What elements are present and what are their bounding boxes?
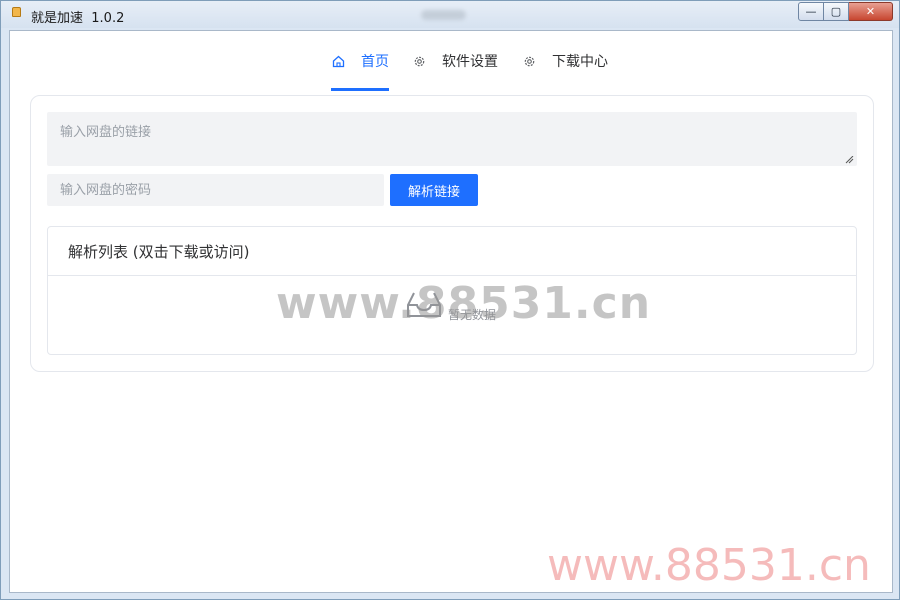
window-controls: — ▢ ✕ xyxy=(798,2,893,21)
tab-download-center[interactable]: 下载中心 xyxy=(522,31,608,91)
main-nav: 首页 软件设置 下载中心 xyxy=(10,31,892,91)
maximize-button[interactable]: ▢ xyxy=(824,2,849,21)
parse-link-button[interactable]: 解析链接 xyxy=(390,174,478,206)
parse-card: 解析链接 解析列表 (双击下载或访问) 暂无数据 xyxy=(30,95,874,372)
tab-settings[interactable]: 软件设置 xyxy=(412,31,498,91)
app-content: 首页 软件设置 下载中心 解析链接 解析列表 (双击下载或访问) xyxy=(9,30,893,593)
tab-download-label: 下载中心 xyxy=(552,54,608,70)
maximize-icon: ▢ xyxy=(830,5,842,18)
minimize-icon: — xyxy=(805,5,817,18)
gear-icon xyxy=(522,54,536,68)
password-input[interactable] xyxy=(47,174,384,206)
tab-home-label: 首页 xyxy=(361,54,389,70)
tab-settings-label: 软件设置 xyxy=(442,54,498,70)
blurred-title-area xyxy=(421,10,466,20)
inbox-icon xyxy=(407,292,441,317)
app-window: 就是加速 1.0.2 — ▢ ✕ 首页 软件设置 下载中心 输入网盘的链接 输入… xyxy=(0,0,900,600)
window-title: 就是加速 1.0.2 xyxy=(31,11,125,26)
gear-icon xyxy=(412,54,426,68)
empty-state: 暂无数据 xyxy=(48,276,856,354)
app-icon xyxy=(12,7,21,17)
close-button[interactable]: ✕ xyxy=(849,2,893,21)
tab-home[interactable]: 首页 xyxy=(331,31,389,91)
minimize-button[interactable]: — xyxy=(798,2,824,21)
title-bar[interactable]: 就是加速 1.0.2 — ▢ ✕ xyxy=(1,1,899,28)
empty-text: 暂无数据 xyxy=(448,308,497,322)
resize-grip-icon[interactable] xyxy=(845,156,854,164)
parse-list-title: 解析列表 (双击下载或访问) xyxy=(48,227,856,276)
home-icon xyxy=(331,54,345,68)
link-input[interactable] xyxy=(47,112,857,166)
close-icon: ✕ xyxy=(865,5,876,18)
parse-list-panel: 解析列表 (双击下载或访问) 暂无数据 xyxy=(47,226,857,355)
